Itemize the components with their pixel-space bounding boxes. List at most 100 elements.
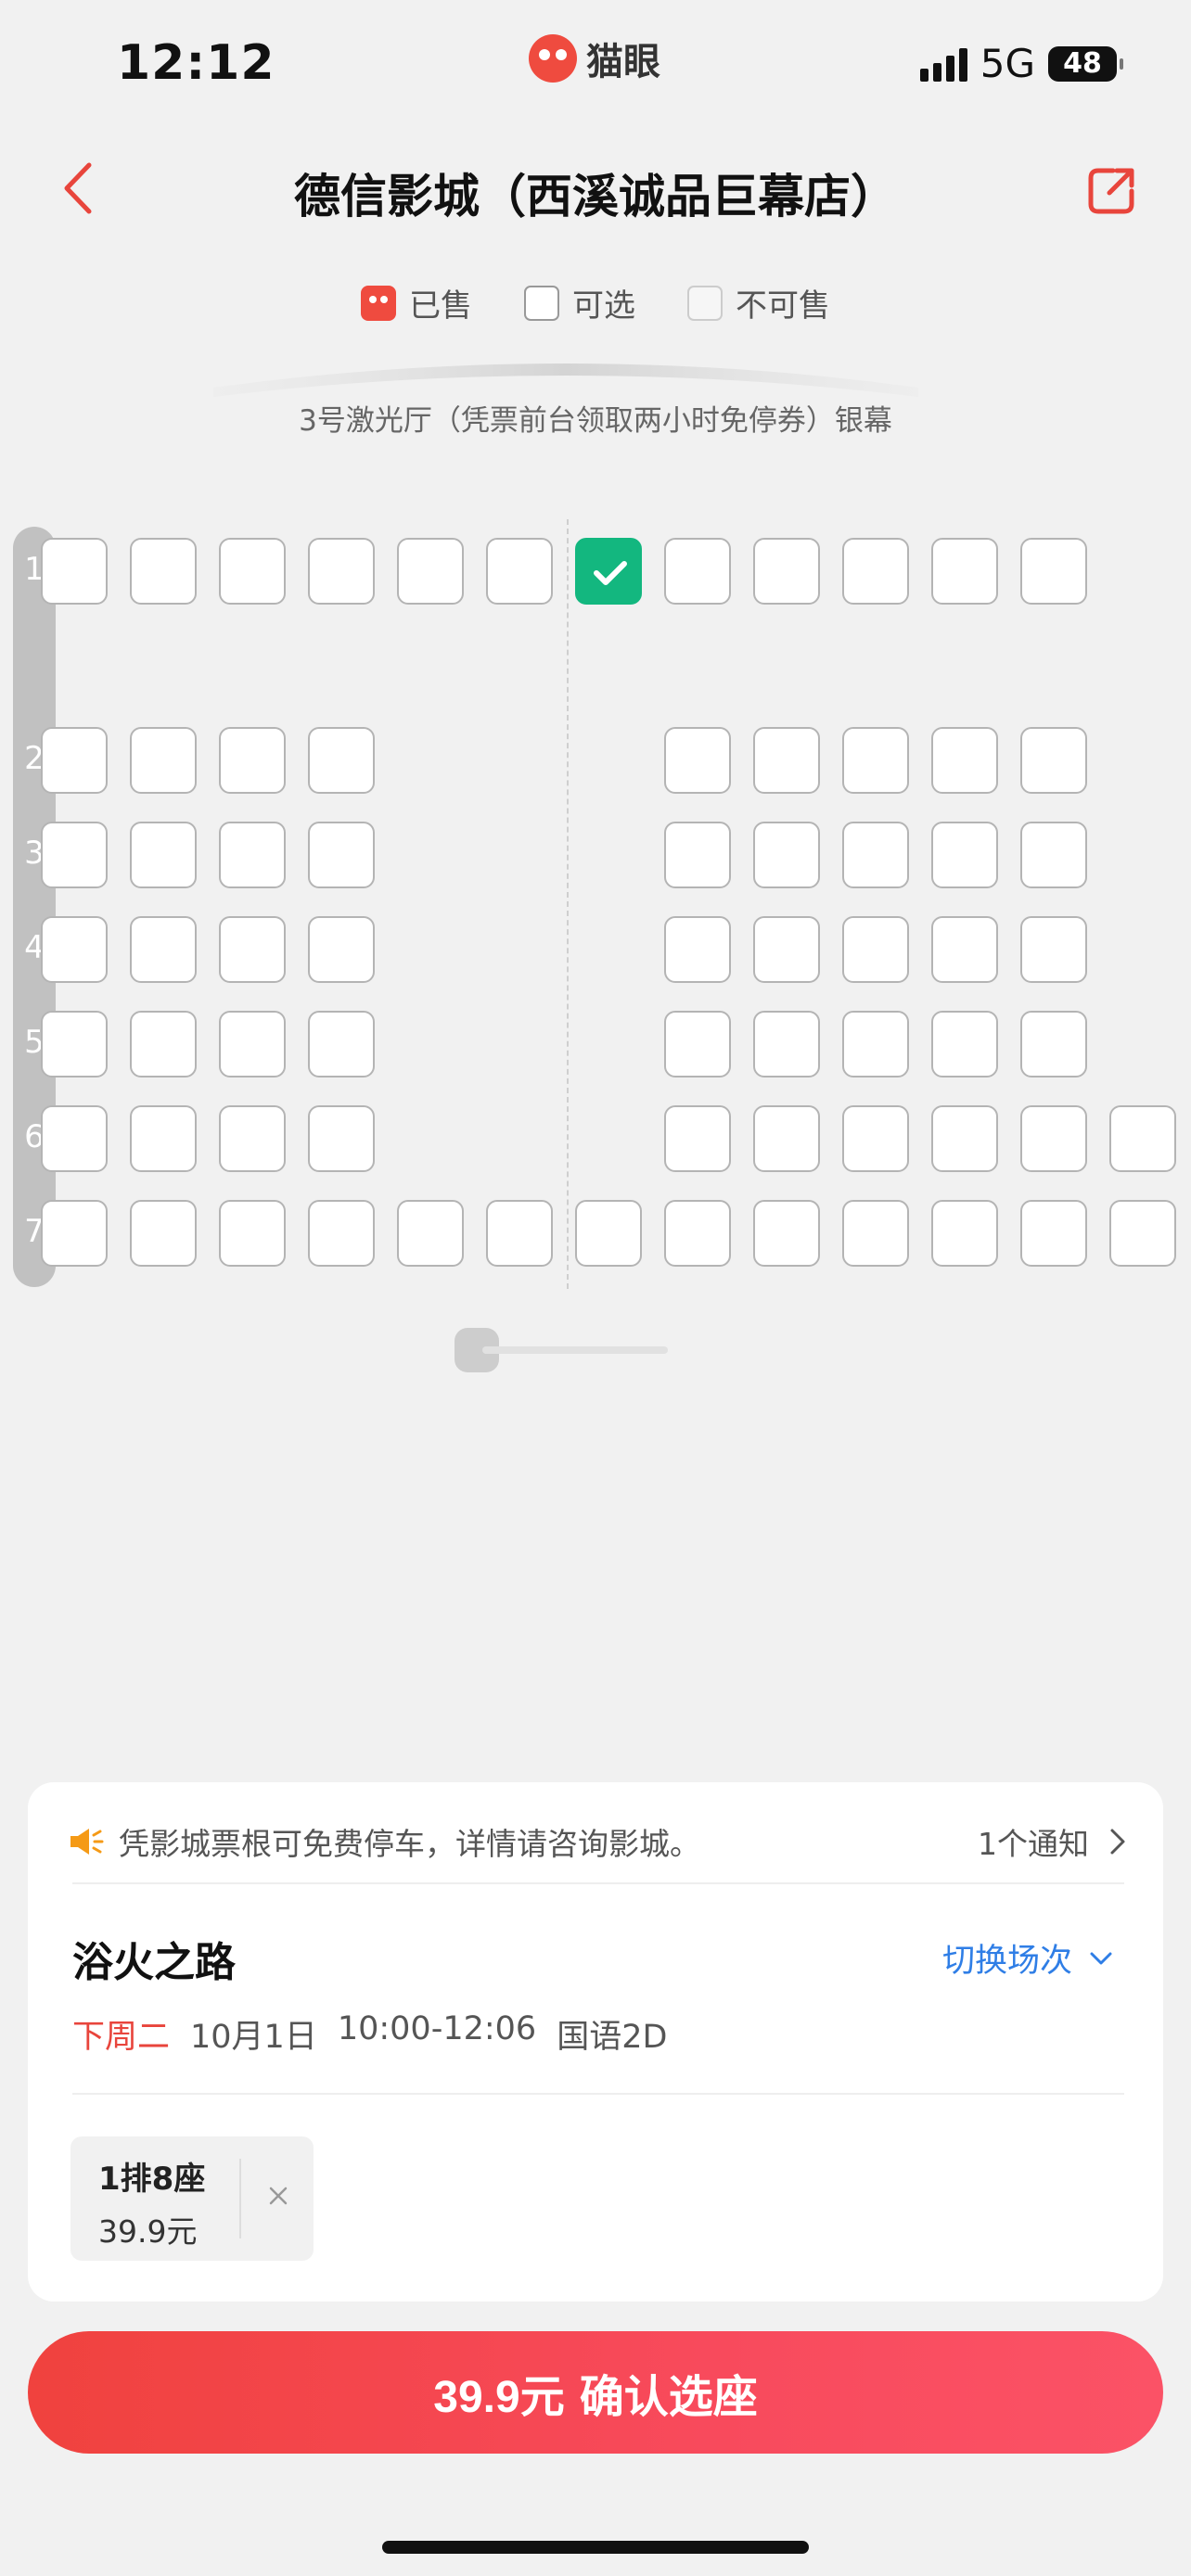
chip-divider [239,2159,241,2238]
seat[interactable] [130,1011,197,1078]
seat[interactable] [753,538,820,605]
seat[interactable] [219,1200,286,1267]
seat[interactable] [130,727,197,794]
seat[interactable] [931,916,998,983]
center-line [567,519,569,1289]
seat[interactable] [753,1105,820,1172]
seat[interactable] [308,916,375,983]
seat[interactable] [308,1105,375,1172]
remove-seat-button[interactable] [260,2177,297,2214]
seat[interactable] [41,916,108,983]
seat[interactable] [753,916,820,983]
movie-title: 浴火之路 [72,1939,236,1986]
seat[interactable] [1020,916,1087,983]
confirm-price: 39.9元 [433,2373,565,2422]
seat[interactable] [931,727,998,794]
seat[interactable] [664,822,731,888]
seat[interactable] [1020,538,1087,605]
seat[interactable] [219,822,286,888]
seat[interactable] [41,822,108,888]
seat[interactable] [842,727,909,794]
seat[interactable] [664,727,731,794]
share-icon [1088,168,1134,214]
seat[interactable] [1020,1105,1087,1172]
seat[interactable] [931,538,998,605]
selected-seat-price: 39.9元 [98,2213,198,2250]
seat[interactable] [931,1200,998,1267]
seat[interactable] [1109,1200,1176,1267]
seat[interactable] [1020,822,1087,888]
seat[interactable] [1020,1200,1087,1267]
chevron-left-icon [64,162,92,214]
available-seat-icon [524,285,559,321]
seat[interactable] [308,822,375,888]
divider [72,1882,1124,1884]
showtime-time: 10:00-12:06 [337,2010,537,2047]
seat[interactable] [219,727,286,794]
seat[interactable] [486,538,553,605]
seat[interactable] [842,538,909,605]
seat[interactable] [842,1105,909,1172]
seat[interactable] [664,1200,731,1267]
showtime-day: 下周二 [72,2019,171,2056]
seat[interactable] [664,538,731,605]
seat[interactable] [931,1011,998,1078]
seat[interactable] [41,1105,108,1172]
seat[interactable] [842,916,909,983]
seat[interactable] [664,1105,731,1172]
seat[interactable] [130,1105,197,1172]
seat[interactable] [931,822,998,888]
seat[interactable] [41,727,108,794]
seat[interactable] [753,727,820,794]
seat[interactable] [842,1200,909,1267]
seat[interactable] [753,1011,820,1078]
seat[interactable] [219,916,286,983]
seat[interactable] [130,822,197,888]
showtime-format: 国语2D [557,2019,668,2056]
seat[interactable] [41,538,108,605]
seat[interactable] [219,1105,286,1172]
switch-showtime-button[interactable]: 切换场次 [942,1934,1113,1982]
seat[interactable] [219,1011,286,1078]
confirm-seat-button[interactable]: 39.9元 确认选座 [28,2331,1163,2454]
seat[interactable] [575,1200,642,1267]
seat[interactable] [842,822,909,888]
share-button[interactable] [1085,165,1137,217]
back-button[interactable] [52,156,108,221]
seat[interactable] [41,1011,108,1078]
chevron-right-icon [1110,1829,1125,1855]
seat[interactable] [308,1200,375,1267]
notice-bar[interactable]: 凭影城票根可免费停车，详情请咨询影城。 1个通知 [67,1819,1126,1864]
seat[interactable] [486,1200,553,1267]
seat[interactable] [664,916,731,983]
seat[interactable] [753,1200,820,1267]
seat[interactable] [308,538,375,605]
seat[interactable] [1020,727,1087,794]
seat[interactable] [1020,1011,1087,1078]
order-card: 凭影城票根可免费停车，详情请咨询影城。 1个通知 浴火之路 切换场次 下周二 1… [28,1782,1163,2302]
legend-available: 可选 [524,280,635,325]
selected-seat-chip: 1排8座 39.9元 [70,2136,314,2261]
row-index-bar [13,527,56,1287]
seat-map[interactable]: 1234567 [0,519,1191,1298]
seat[interactable] [842,1011,909,1078]
seat[interactable] [41,1200,108,1267]
legend-sold: 已售 [361,280,472,325]
seat[interactable] [130,1200,197,1267]
seat[interactable] [308,727,375,794]
seat[interactable] [397,538,464,605]
seat[interactable] [130,916,197,983]
seat[interactable] [219,538,286,605]
seat[interactable] [753,822,820,888]
seat[interactable] [130,538,197,605]
seat-map-thumbnail[interactable] [455,1320,677,1378]
seat[interactable] [664,1011,731,1078]
seat[interactable] [931,1105,998,1172]
network-type: 5G [980,41,1035,86]
legend-unavailable-label: 不可售 [736,287,830,325]
seat[interactable] [308,1011,375,1078]
seat[interactable] [1109,1105,1176,1172]
seat[interactable] [397,1200,464,1267]
sold-seat-icon [361,285,396,321]
selected-seat[interactable] [575,538,642,605]
